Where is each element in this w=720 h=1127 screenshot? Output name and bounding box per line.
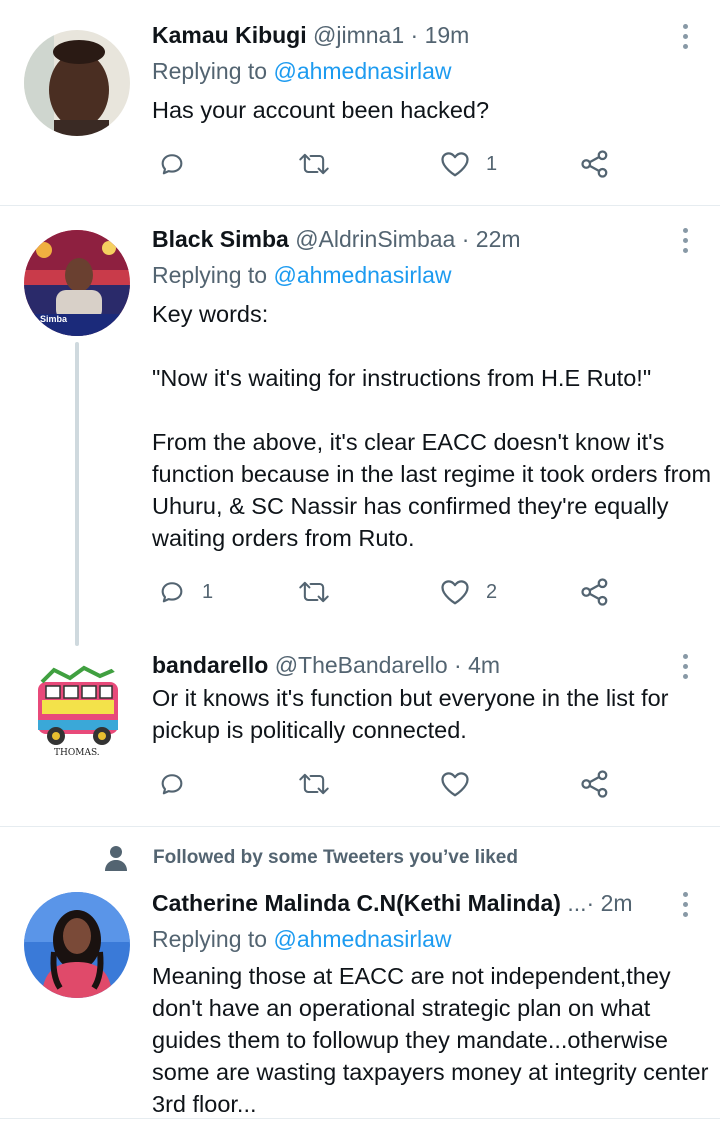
tweet-paragraph: From the above, it's clear EACC doesn't … [152, 429, 712, 551]
replying-to-link[interactable]: @ahmednasirlaw [273, 262, 451, 288]
divider [0, 1118, 720, 1119]
like-icon [441, 772, 469, 797]
tweet-paragraph-blank [152, 330, 712, 362]
reply-icon [161, 774, 183, 795]
separator-dot: · [586, 890, 595, 916]
tweet-card[interactable]: n Simba Black Simba @AldrinSimbaa · 22m … [0, 206, 720, 646]
author-handle[interactable]: @AldrinSimbaa [295, 226, 455, 252]
author-name[interactable]: Kamau Kibugi [152, 22, 307, 48]
avatar[interactable]: THOMAS. [24, 656, 130, 762]
retweet-button[interactable] [298, 144, 330, 184]
share-icon [581, 150, 608, 178]
retweet-button[interactable] [298, 572, 330, 612]
replying-prefix: Replying to [152, 58, 268, 84]
tweet-card[interactable]: Kamau Kibugi @jimna1 · 19m Replying to @… [0, 0, 720, 205]
replying-prefix: Replying to [152, 926, 268, 952]
reply-count: 1 [202, 580, 214, 603]
followed-by-text: Followed by some Tweeters you’ve liked [153, 847, 518, 868]
share-button[interactable] [580, 144, 610, 184]
share-icon [581, 770, 608, 798]
like-button[interactable]: 2 [440, 572, 497, 612]
timestamp[interactable]: 19m [425, 22, 470, 48]
author-handle[interactable]: @jimna1 [313, 22, 404, 48]
tweet-paragraph: Or it knows it's function but everyone i… [152, 685, 669, 743]
timestamp[interactable]: 4m [468, 652, 500, 678]
retweet-icon [299, 581, 329, 603]
like-button[interactable] [440, 764, 470, 804]
retweet-button[interactable] [298, 764, 330, 804]
timestamp[interactable]: 22m [476, 226, 521, 252]
tweet-text: Key words: "Now it's waiting for instruc… [152, 298, 712, 554]
more-options-icon[interactable] [680, 228, 690, 258]
replying-to-link[interactable]: @ahmednasirlaw [273, 926, 451, 952]
separator-dot: · [461, 226, 470, 252]
tweet-paragraph: Key words: [152, 301, 269, 327]
reply-icon [161, 582, 183, 603]
name-truncation: ... [567, 890, 587, 916]
share-button[interactable] [580, 572, 610, 612]
followed-by-banner: Followed by some Tweeters you’ve liked [105, 845, 518, 871]
separator-dot: · [410, 22, 419, 48]
reply-icon [161, 154, 183, 175]
tweet-card[interactable]: Catherine Malinda C.N(Kethi Malinda) ...… [0, 880, 720, 1127]
like-icon [441, 152, 469, 177]
reply-button[interactable]: 1 [158, 572, 213, 612]
tweet-actions: 1 2 [152, 572, 632, 612]
more-options-icon[interactable] [680, 24, 690, 54]
tweet-paragraph-blank [152, 394, 712, 426]
retweet-icon [299, 773, 329, 795]
tweet-header: Catherine Malinda C.N(Kethi Malinda) ...… [152, 890, 658, 917]
tweet-header: bandarello @TheBandarello · 4m [152, 652, 660, 679]
avatar[interactable] [24, 30, 130, 136]
timestamp[interactable]: 2m [601, 890, 633, 916]
tweet-actions: 1 [152, 144, 632, 184]
tweet-header: Black Simba @AldrinSimbaa · 22m [152, 226, 660, 253]
like-icon [441, 580, 469, 605]
reply-button[interactable] [158, 144, 186, 184]
divider [0, 826, 720, 827]
retweet-icon [299, 153, 329, 175]
tweet-text: Meaning those at EACC are not independen… [152, 960, 712, 1120]
more-options-icon[interactable] [680, 892, 690, 922]
separator-dot: · [454, 652, 462, 678]
like-count: 1 [486, 152, 498, 175]
author-name[interactable]: Black Simba [152, 226, 289, 252]
tweet-text: Or it knows it's function but everyone i… [152, 682, 712, 746]
share-icon [581, 578, 608, 606]
replying-to: Replying to @ahmednasirlaw [152, 262, 452, 289]
more-options-icon[interactable] [680, 654, 690, 684]
share-button[interactable] [580, 764, 610, 804]
tweet-paragraph: Has your account been hacked? [152, 97, 490, 123]
author-name[interactable]: bandarello [152, 652, 268, 678]
replying-to: Replying to @ahmednasirlaw [152, 926, 452, 953]
author-name[interactable]: Catherine Malinda C.N(Kethi Malinda) [152, 890, 561, 916]
tweet-text: Has your account been hacked? [152, 94, 712, 126]
replying-to-link[interactable]: @ahmednasirlaw [273, 58, 451, 84]
like-button[interactable]: 1 [440, 144, 497, 184]
thread-line [75, 342, 79, 646]
tweet-card[interactable]: THOMAS. bandarello @TheBandarello · 4m O… [0, 646, 720, 826]
author-handle[interactable]: @TheBandarello [275, 652, 448, 678]
replying-to: Replying to @ahmednasirlaw [152, 58, 452, 85]
tweet-paragraph: Meaning those at EACC are not independen… [152, 963, 709, 1117]
reply-button[interactable] [158, 764, 186, 804]
person-icon [105, 846, 127, 871]
tweet-paragraph: "Now it's waiting for instructions from … [152, 365, 652, 391]
tweet-actions [152, 764, 632, 804]
avatar[interactable] [24, 892, 130, 998]
replying-prefix: Replying to [152, 262, 268, 288]
avatar[interactable]: n Simba [24, 230, 130, 336]
tweet-header: Kamau Kibugi @jimna1 · 19m [152, 22, 660, 49]
like-count: 2 [486, 580, 498, 603]
avatar-caption: THOMAS. [54, 748, 100, 758]
avatar-caption: n Simba [32, 314, 68, 324]
